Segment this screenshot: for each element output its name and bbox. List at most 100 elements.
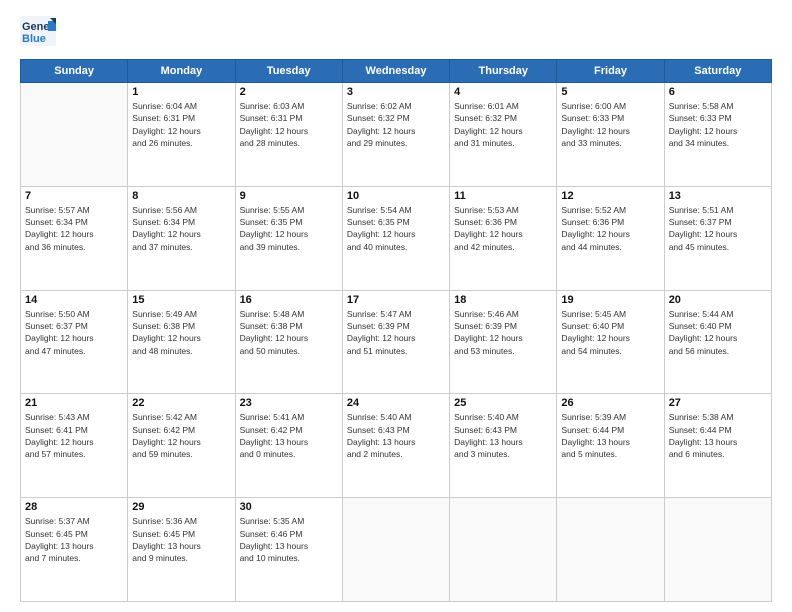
week-row-0: 1Sunrise: 6:04 AMSunset: 6:31 PMDaylight… (21, 83, 772, 187)
cell-info: Sunrise: 5:57 AMSunset: 6:34 PMDaylight:… (25, 204, 123, 253)
cell-day-number: 8 (132, 190, 230, 202)
calendar-cell: 24Sunrise: 5:40 AMSunset: 6:43 PMDayligh… (342, 394, 449, 498)
calendar-cell: 21 Sunrise: 5:43 AMSunset: 6:41 PMDayligh… (21, 394, 128, 498)
calendar-cell: 12 Sunrise: 5:52 AMSunset: 6:36 PMDayligh… (557, 186, 664, 290)
cell-info: Sunrise: 5:58 AMSunset: 6:33 PMDaylight:… (669, 100, 767, 149)
cell-info: Sunrise: 5:52 AMSunset: 6:36 PMDaylight:… (561, 204, 659, 253)
cell-day-number: 6 (669, 86, 767, 98)
week-row-1: 7 Sunrise: 5:57 AMSunset: 6:34 PMDaylight… (21, 186, 772, 290)
cell-info: Sunrise: 5:40 AMSunset: 6:43 PMDaylight:… (454, 411, 552, 460)
cell-day-number: 21 (25, 397, 123, 409)
cell-info: Sunrise: 5:48 AMSunset: 6:38 PMDaylight:… (240, 308, 338, 357)
weekday-monday: Monday (128, 60, 235, 83)
weekday-thursday: Thursday (450, 60, 557, 83)
cell-info: Sunrise: 5:37 AMSunset: 6:45 PMDaylight:… (25, 515, 123, 564)
calendar-table: SundayMondayTuesdayWednesdayThursdayFrid… (20, 59, 772, 602)
calendar-cell: 8Sunrise: 5:56 AMSunset: 6:34 PMDaylight… (128, 186, 235, 290)
calendar-body: 1Sunrise: 6:04 AMSunset: 6:31 PMDaylight… (21, 83, 772, 602)
cell-info: Sunrise: 5:55 AMSunset: 6:35 PMDaylight:… (240, 204, 338, 253)
cell-day-number: 3 (347, 86, 445, 98)
cell-info: Sunrise: 6:00 AMSunset: 6:33 PMDaylight:… (561, 100, 659, 149)
header: General Blue (20, 16, 772, 51)
calendar-cell (342, 498, 449, 602)
cell-info: Sunrise: 5:42 AMSunset: 6:42 PMDaylight:… (132, 411, 230, 460)
cell-info: Sunrise: 5:35 AMSunset: 6:46 PMDaylight:… (240, 515, 338, 564)
calendar-cell: 14 Sunrise: 5:50 AMSunset: 6:37 PMDayligh… (21, 290, 128, 394)
calendar-cell: 30Sunrise: 5:35 AMSunset: 6:46 PMDayligh… (235, 498, 342, 602)
cell-info: Sunrise: 5:44 AMSunset: 6:40 PMDaylight:… (669, 308, 767, 357)
cell-day-number: 11 (454, 190, 552, 202)
calendar-cell: 6 Sunrise: 5:58 AMSunset: 6:33 PMDaylight… (664, 83, 771, 187)
weekday-friday: Friday (557, 60, 664, 83)
page: General Blue SundayMondayTuesdayWednesda… (0, 0, 792, 612)
cell-day-number: 18 (454, 294, 552, 306)
cell-day-number: 20 (669, 294, 767, 306)
calendar-cell: 5 Sunrise: 6:00 AMSunset: 6:33 PMDaylight… (557, 83, 664, 187)
calendar-cell: 23 Sunrise: 5:41 AMSunset: 6:42 PMDayligh… (235, 394, 342, 498)
calendar-cell: 26 Sunrise: 5:39 AMSunset: 6:44 PMDayligh… (557, 394, 664, 498)
cell-day-number: 10 (347, 190, 445, 202)
calendar-cell: 13Sunrise: 5:51 AMSunset: 6:37 PMDayligh… (664, 186, 771, 290)
cell-info: Sunrise: 5:53 AMSunset: 6:36 PMDaylight:… (454, 204, 552, 253)
calendar-cell: 17 Sunrise: 5:47 AMSunset: 6:39 PMDayligh… (342, 290, 449, 394)
cell-day-number: 19 (561, 294, 659, 306)
calendar-cell: 3 Sunrise: 6:02 AMSunset: 6:32 PMDaylight… (342, 83, 449, 187)
week-row-4: 28 Sunrise: 5:37 AMSunset: 6:45 PMDayligh… (21, 498, 772, 602)
cell-day-number: 15 (132, 294, 230, 306)
weekday-tuesday: Tuesday (235, 60, 342, 83)
weekday-header: SundayMondayTuesdayWednesdayThursdayFrid… (21, 60, 772, 83)
cell-day-number: 12 (561, 190, 659, 202)
cell-info: Sunrise: 5:39 AMSunset: 6:44 PMDaylight:… (561, 411, 659, 460)
calendar-cell: 10 Sunrise: 5:54 AMSunset: 6:35 PMDayligh… (342, 186, 449, 290)
calendar-cell: 1Sunrise: 6:04 AMSunset: 6:31 PMDaylight… (128, 83, 235, 187)
calendar-cell: 9 Sunrise: 5:55 AMSunset: 6:35 PMDaylight… (235, 186, 342, 290)
cell-day-number: 24 (347, 397, 445, 409)
week-row-2: 14 Sunrise: 5:50 AMSunset: 6:37 PMDayligh… (21, 290, 772, 394)
cell-day-number: 5 (561, 86, 659, 98)
cell-info: Sunrise: 5:54 AMSunset: 6:35 PMDaylight:… (347, 204, 445, 253)
cell-info: Sunrise: 5:38 AMSunset: 6:44 PMDaylight:… (669, 411, 767, 460)
calendar-cell: 2Sunrise: 6:03 AMSunset: 6:31 PMDaylight… (235, 83, 342, 187)
cell-day-number: 22 (132, 397, 230, 409)
cell-day-number: 29 (132, 501, 230, 513)
cell-day-number: 27 (669, 397, 767, 409)
cell-day-number: 26 (561, 397, 659, 409)
cell-info: Sunrise: 5:49 AMSunset: 6:38 PMDaylight:… (132, 308, 230, 357)
cell-info: Sunrise: 5:51 AMSunset: 6:37 PMDaylight:… (669, 204, 767, 253)
cell-info: Sunrise: 5:46 AMSunset: 6:39 PMDaylight:… (454, 308, 552, 357)
weekday-sunday: Sunday (21, 60, 128, 83)
calendar-cell: 11 Sunrise: 5:53 AMSunset: 6:36 PMDayligh… (450, 186, 557, 290)
calendar-cell (557, 498, 664, 602)
calendar-cell: 28 Sunrise: 5:37 AMSunset: 6:45 PMDayligh… (21, 498, 128, 602)
cell-info: Sunrise: 5:43 AMSunset: 6:41 PMDaylight:… (25, 411, 123, 460)
calendar-cell: 27 Sunrise: 5:38 AMSunset: 6:44 PMDayligh… (664, 394, 771, 498)
cell-info: Sunrise: 5:47 AMSunset: 6:39 PMDaylight:… (347, 308, 445, 357)
calendar-cell: 25 Sunrise: 5:40 AMSunset: 6:43 PMDayligh… (450, 394, 557, 498)
cell-info: Sunrise: 5:45 AMSunset: 6:40 PMDaylight:… (561, 308, 659, 357)
calendar-cell: 16 Sunrise: 5:48 AMSunset: 6:38 PMDayligh… (235, 290, 342, 394)
calendar-cell: 7 Sunrise: 5:57 AMSunset: 6:34 PMDaylight… (21, 186, 128, 290)
logo-icon: General Blue (20, 16, 56, 46)
cell-day-number: 9 (240, 190, 338, 202)
cell-day-number: 16 (240, 294, 338, 306)
calendar-cell: 18 Sunrise: 5:46 AMSunset: 6:39 PMDayligh… (450, 290, 557, 394)
calendar-cell: 22 Sunrise: 5:42 AMSunset: 6:42 PMDayligh… (128, 394, 235, 498)
week-row-3: 21 Sunrise: 5:43 AMSunset: 6:41 PMDayligh… (21, 394, 772, 498)
cell-day-number: 28 (25, 501, 123, 513)
calendar-cell: 20 Sunrise: 5:44 AMSunset: 6:40 PMDayligh… (664, 290, 771, 394)
cell-day-number: 14 (25, 294, 123, 306)
cell-day-number: 17 (347, 294, 445, 306)
cell-info: Sunrise: 6:02 AMSunset: 6:32 PMDaylight:… (347, 100, 445, 149)
cell-info: Sunrise: 6:04 AMSunset: 6:31 PMDaylight:… (132, 100, 230, 149)
svg-text:Blue: Blue (22, 33, 46, 45)
calendar-cell (21, 83, 128, 187)
cell-info: Sunrise: 5:41 AMSunset: 6:42 PMDaylight:… (240, 411, 338, 460)
cell-day-number: 25 (454, 397, 552, 409)
calendar-cell (450, 498, 557, 602)
cell-info: Sunrise: 5:50 AMSunset: 6:37 PMDaylight:… (25, 308, 123, 357)
calendar-cell (664, 498, 771, 602)
cell-day-number: 4 (454, 86, 552, 98)
calendar-cell: 19 Sunrise: 5:45 AMSunset: 6:40 PMDayligh… (557, 290, 664, 394)
cell-day-number: 7 (25, 190, 123, 202)
cell-day-number: 23 (240, 397, 338, 409)
